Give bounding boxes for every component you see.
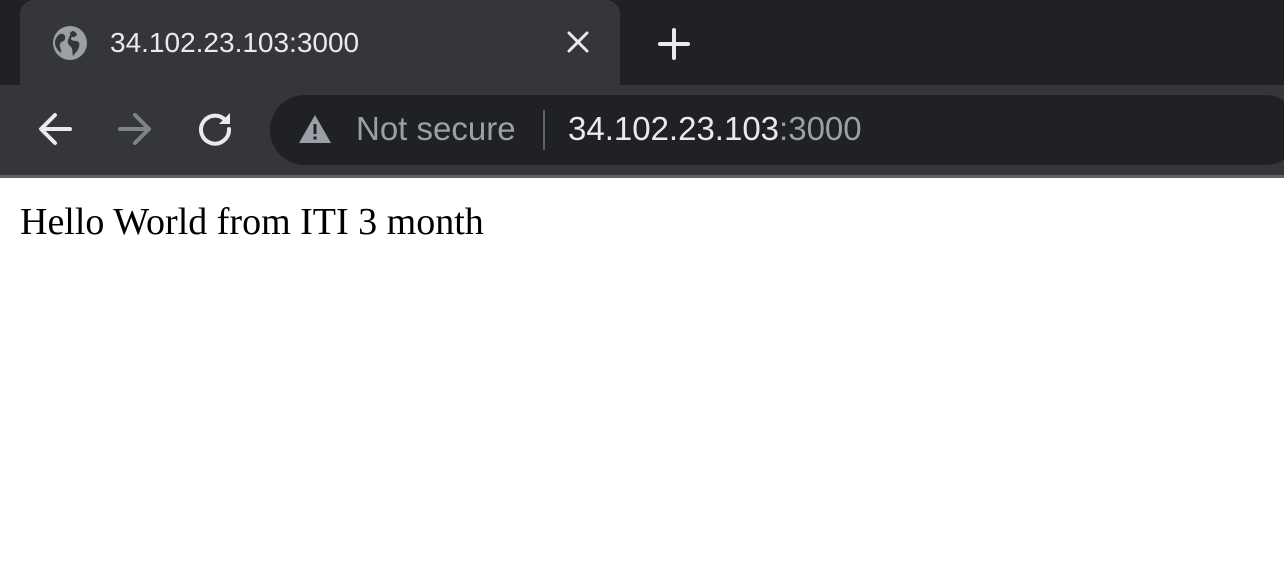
toolbar: Not secure 34.102.23.103:3000	[0, 85, 1284, 175]
browser-window: 34.102.23.103:3000 Not secure 34.102.23.…	[0, 0, 1284, 570]
url-text[interactable]: 34.102.23.103:3000	[568, 109, 862, 149]
arrow-right-icon	[118, 113, 151, 145]
new-tab-button[interactable]	[652, 22, 696, 66]
tab-strip-edge	[0, 0, 20, 85]
page-body-text: Hello World from ITI 3 month	[20, 201, 484, 243]
arrow-left-icon	[39, 113, 72, 145]
security-status-label[interactable]: Not secure	[356, 109, 516, 149]
globe-icon	[53, 26, 87, 60]
plus-icon	[658, 28, 690, 60]
page-content: Hello World from ITI 3 month	[0, 178, 1284, 570]
tab-strip: 34.102.23.103:3000	[0, 0, 1284, 85]
active-tab[interactable]: 34.102.23.103:3000	[20, 0, 620, 85]
reload-button[interactable]	[193, 107, 237, 151]
url-port: :3000	[779, 110, 862, 147]
forward-button[interactable]	[113, 107, 157, 151]
back-button[interactable]	[33, 107, 77, 151]
address-bar[interactable]: Not secure 34.102.23.103:3000	[270, 95, 1284, 165]
close-icon	[567, 31, 589, 53]
tab-close-button[interactable]	[562, 26, 594, 58]
tab-title: 34.102.23.103:3000	[110, 27, 360, 58]
omnibox-divider	[543, 110, 545, 150]
warning-triangle-icon[interactable]	[298, 113, 332, 145]
reload-icon	[199, 113, 232, 146]
url-host: 34.102.23.103	[568, 110, 780, 147]
